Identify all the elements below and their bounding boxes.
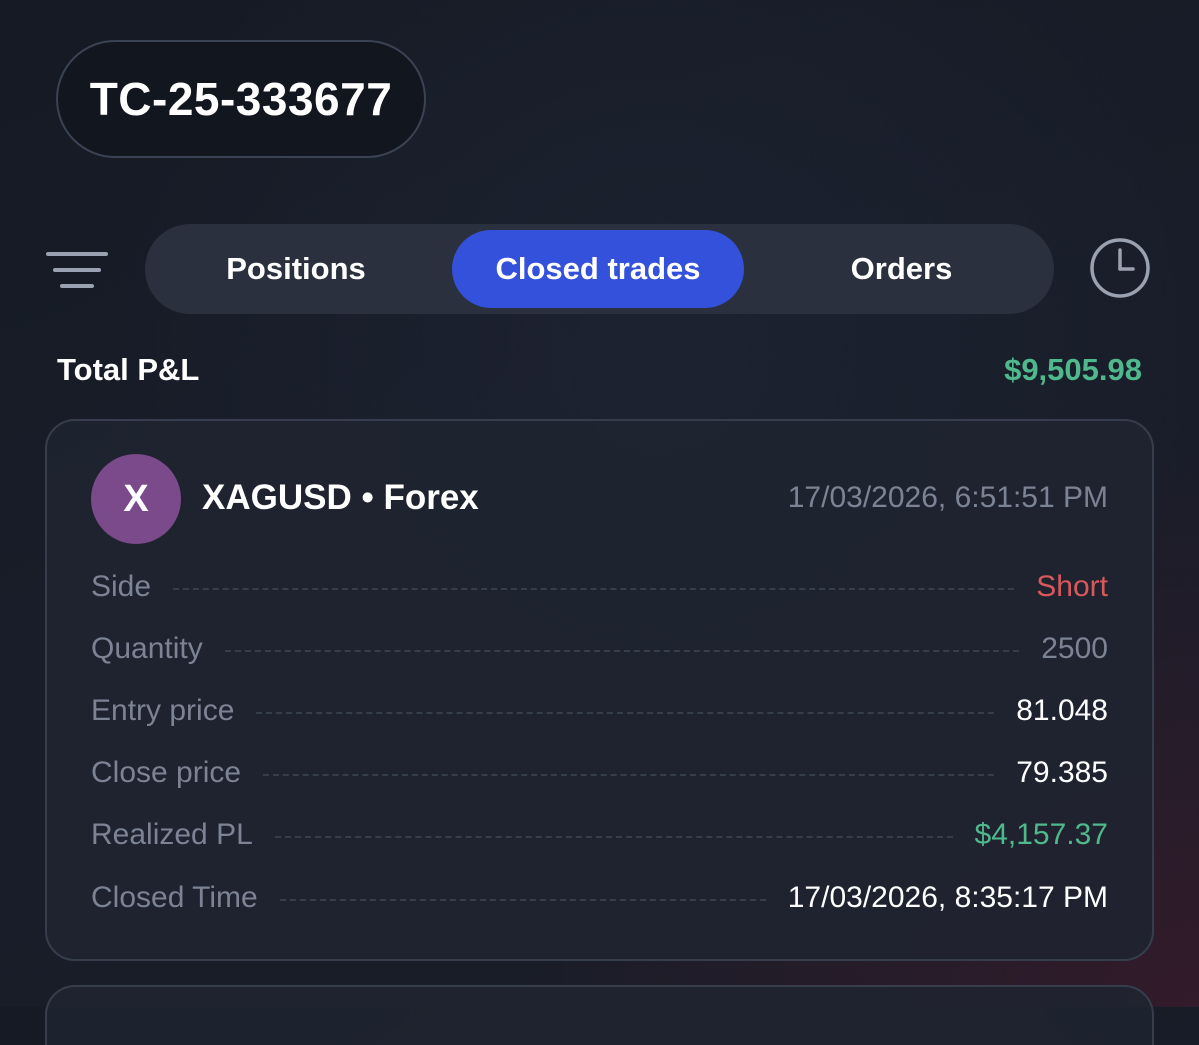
dotted-leader (173, 588, 1015, 590)
dotted-leader (256, 712, 995, 714)
total-pnl-value: $9,505.98 (1004, 352, 1142, 387)
close-price-value: 79.385 (1016, 756, 1108, 789)
detail-label: Closed Time (91, 881, 258, 914)
detail-row-entry-price: Entry price 81.048 (91, 691, 1108, 731)
total-pnl-label: Total P&L (57, 352, 200, 387)
closed-time-value: 17/03/2026, 8:35:17 PM (787, 881, 1108, 914)
detail-row-quantity: Quantity 2500 (91, 629, 1108, 669)
quantity-value: 2500 (1041, 632, 1108, 665)
detail-label: Close price (91, 756, 242, 789)
menu-lines-icon[interactable] (46, 250, 108, 290)
realized-pl-value: $4,157.37 (974, 818, 1108, 851)
trade-card[interactable]: X XAGUSD • Forex 17/03/2026, 6:51:51 PM … (45, 419, 1154, 961)
tab-closed-trades[interactable]: Closed trades (452, 230, 744, 308)
detail-row-close-price: Close price 79.385 (91, 753, 1108, 793)
trade-card-next[interactable] (45, 985, 1154, 1045)
clock-icon[interactable] (1089, 237, 1151, 299)
detail-row-realized-pl: Realized PL $4,157.37 (91, 815, 1108, 855)
account-id: TC-25-333677 (89, 73, 393, 125)
detail-label: Side (91, 570, 152, 603)
symbol-title: XAGUSD • Forex (202, 478, 479, 517)
detail-row-closed-time: Closed Time 17/03/2026, 8:35:17 PM (91, 878, 1108, 918)
dotted-leader (279, 899, 766, 901)
symbol-avatar: X (91, 454, 181, 544)
detail-label: Quantity (91, 632, 203, 665)
open-time: 17/03/2026, 6:51:51 PM (787, 481, 1108, 514)
entry-price-value: 81.048 (1016, 694, 1108, 727)
tab-positions[interactable]: Positions (151, 230, 441, 308)
dotted-leader (224, 650, 1020, 652)
detail-row-side: Side Short (91, 567, 1108, 607)
tab-orders[interactable]: Orders (755, 230, 1048, 308)
dotted-leader (274, 836, 953, 838)
account-id-pill[interactable]: TC-25-333677 (56, 40, 426, 158)
detail-label: Entry price (91, 694, 235, 727)
trade-tabs: Positions Closed trades Orders (145, 224, 1054, 314)
detail-label: Realized PL (91, 818, 253, 851)
side-value: Short (1036, 570, 1108, 603)
dotted-leader (263, 774, 995, 776)
